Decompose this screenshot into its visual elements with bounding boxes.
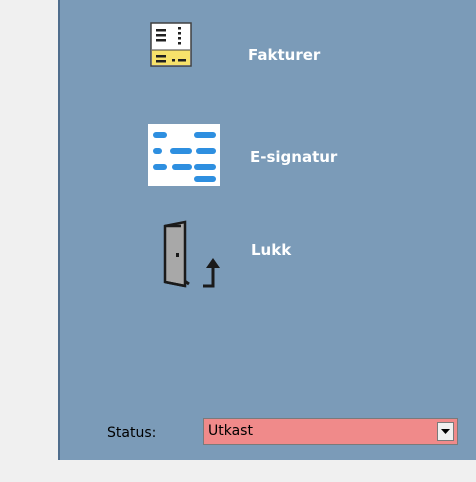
status-label: Status:: [107, 425, 157, 441]
esignature-lines-icon: [148, 124, 220, 186]
menu-item-label-fakturer: Fakturer: [248, 46, 321, 64]
menu-item-lukk[interactable]: Lukk: [155, 220, 355, 294]
dropdown-button[interactable]: [437, 422, 454, 441]
menu-item-label-lukk: Lukk: [251, 241, 292, 259]
bottom-band: [0, 460, 476, 482]
chevron-down-icon: [441, 428, 450, 434]
invoice-document-icon: [150, 22, 192, 67]
status-dropdown[interactable]: Utkast: [203, 418, 458, 445]
menu-item-esignatur[interactable]: E-signatur: [148, 124, 398, 188]
menu-item-fakturer[interactable]: Fakturer: [150, 22, 390, 80]
menu-item-label-esignatur: E-signatur: [250, 148, 338, 166]
exit-door-icon: [163, 220, 220, 288]
status-selected-value: Utkast: [208, 423, 253, 439]
left-strip: [0, 0, 58, 482]
